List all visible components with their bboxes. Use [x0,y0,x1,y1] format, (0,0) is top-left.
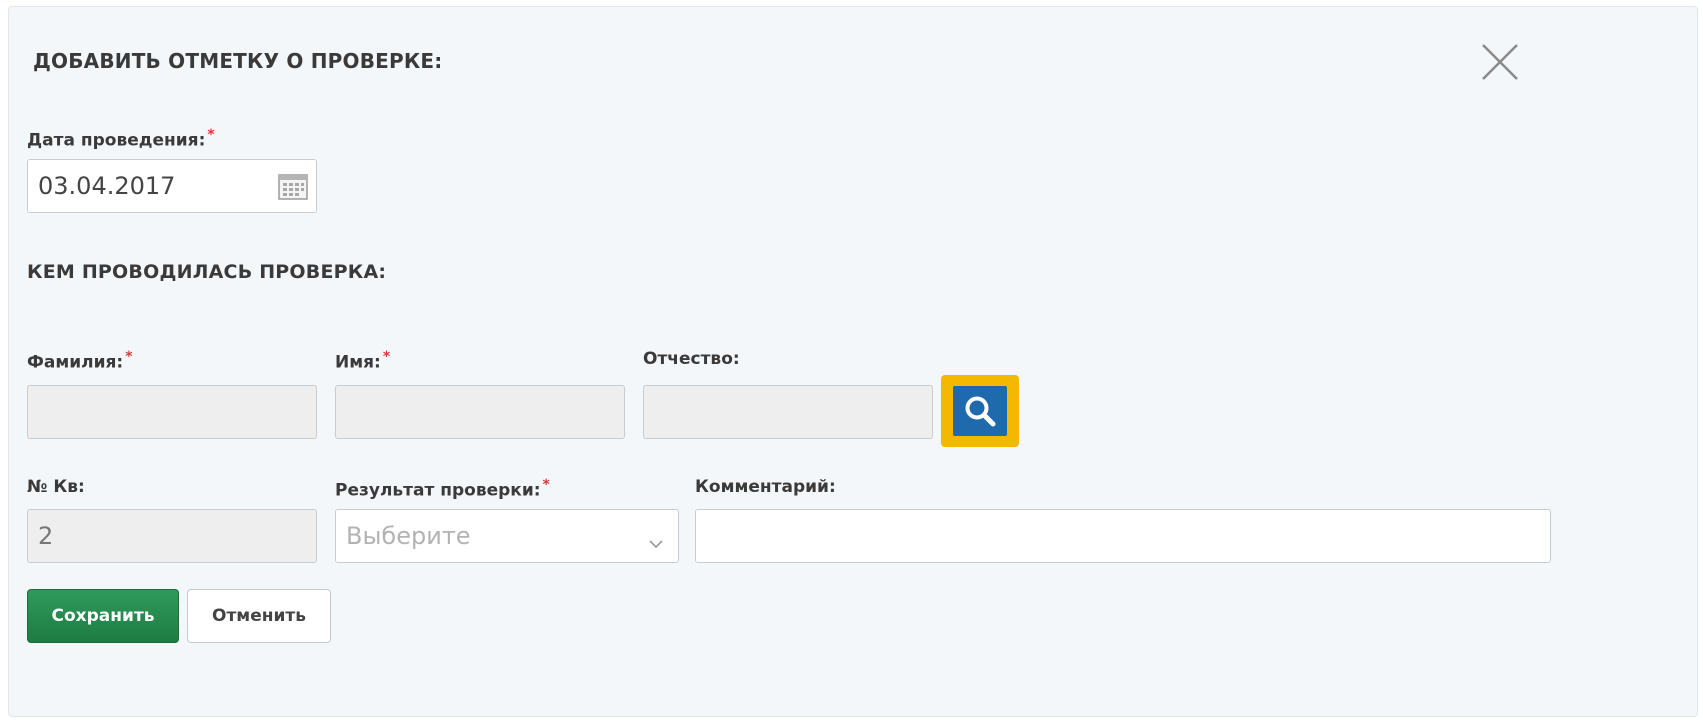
close-button[interactable] [1479,41,1521,83]
chevron-down-icon [648,527,664,555]
patronymic-input[interactable] [643,385,933,439]
comment-input[interactable] [695,509,1551,563]
patronymic-label: Отчество: [643,349,740,369]
add-inspection-dialog: ДОБАВИТЬ ОТМЕТКУ О ПРОВЕРКЕ: Дата провед… [8,6,1698,717]
result-label: Результат проверки: * [335,477,550,501]
search-highlight [941,375,1019,447]
first-name-label: Имя: * [335,349,391,373]
inspector-section-title: КЕМ ПРОВОДИЛАСЬ ПРОВЕРКА: [27,261,387,283]
comment-label: Комментарий: [695,477,836,497]
cancel-button[interactable]: Отменить [187,589,331,643]
search-icon [965,396,996,427]
date-input[interactable]: 03.04.2017 [27,159,317,213]
last-name-label: Фамилия: * [27,349,133,373]
apartment-label: № Кв: [27,477,85,497]
date-label: Дата проведения: * [27,127,215,151]
first-name-input[interactable] [335,385,625,439]
search-inspector-button[interactable] [953,386,1007,436]
dialog-title: ДОБАВИТЬ ОТМЕТКУ О ПРОВЕРКЕ: [33,49,443,73]
save-button[interactable]: Сохранить [27,589,179,643]
apartment-value: 2 [38,522,54,550]
last-name-input[interactable] [27,385,317,439]
close-icon [1482,44,1518,80]
apartment-input[interactable]: 2 [27,509,317,563]
result-select[interactable]: Выберите [335,509,679,563]
date-value: 03.04.2017 [38,172,176,200]
calendar-icon[interactable] [278,172,308,206]
result-placeholder: Выберите [346,522,471,550]
